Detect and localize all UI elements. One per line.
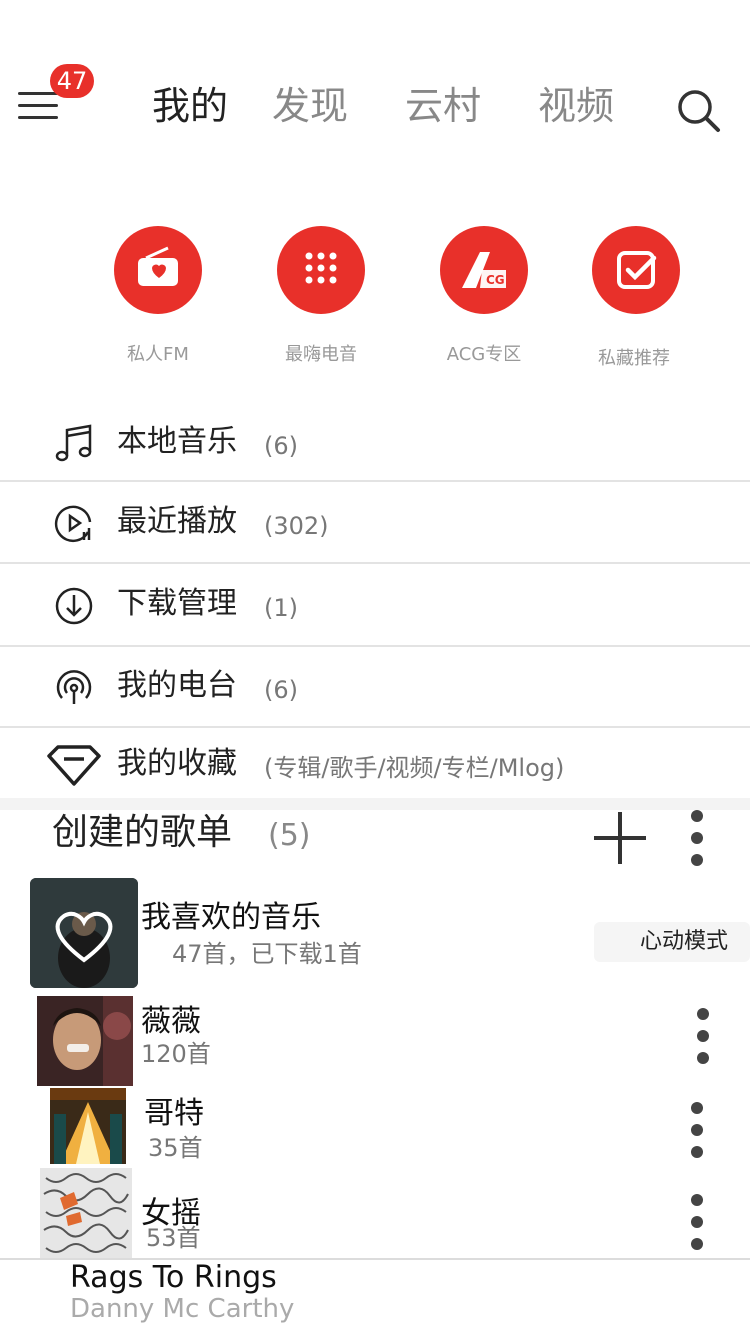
menu-local-music[interactable]: 本地音乐 (6)	[0, 402, 750, 482]
menu-recent-play[interactable]: 最近播放 (302)	[0, 482, 750, 562]
menu-count: (专辑/歌手/视频/专栏/Mlog)	[264, 754, 565, 782]
menu-title: 下载管理	[117, 586, 237, 621]
entry-private-recommend[interactable]: 私藏推荐	[554, 226, 714, 376]
playlist-cover[interactable]	[30, 878, 138, 988]
add-playlist-icon[interactable]	[592, 810, 648, 866]
more-icon[interactable]	[687, 1194, 707, 1254]
entry-edm[interactable]: 最嗨电音	[241, 226, 401, 376]
entry-private-fm[interactable]: 私人FM	[78, 226, 238, 376]
tab-discover[interactable]: 发现	[272, 80, 348, 132]
more-icon[interactable]	[687, 1102, 707, 1162]
playlist-subtitle: 47首，已下载1首	[172, 940, 362, 968]
menu-title: 我的收藏	[117, 746, 237, 781]
entry-label: 私人FM	[127, 344, 189, 365]
playlist-name[interactable]: 薇薇	[141, 1002, 201, 1042]
playlist-cover[interactable]	[40, 1168, 132, 1258]
now-playing-artist: Danny Mc Carthy	[70, 1294, 295, 1324]
entry-label: 最嗨电音	[285, 344, 357, 365]
check-box-icon	[592, 226, 680, 314]
podcast-icon	[52, 666, 96, 710]
notification-badge: 47	[50, 64, 94, 98]
playlist-name[interactable]: 哥特	[144, 1094, 204, 1134]
more-icon[interactable]	[687, 810, 707, 870]
section-count: (5)	[268, 818, 311, 853]
tab-mine[interactable]: 我的	[152, 80, 228, 132]
menu-title: 本地音乐	[117, 424, 237, 459]
menu-my-collection[interactable]: 我的收藏 (专辑/歌手/视频/专栏/Mlog)	[0, 724, 750, 804]
menu-count: (6)	[264, 676, 298, 704]
more-icon[interactable]	[693, 1008, 713, 1068]
menu-my-radio[interactable]: 我的电台 (6)	[0, 646, 750, 726]
search-icon[interactable]	[676, 88, 722, 134]
recent-play-icon	[52, 502, 96, 546]
menu-icon[interactable]	[18, 88, 58, 124]
menu-count: (1)	[264, 594, 298, 622]
menu-title: 最近播放	[117, 504, 237, 539]
tab-cloud-village[interactable]: 云村	[405, 80, 481, 132]
menu-count: (6)	[264, 432, 298, 460]
heart-mode-button[interactable]: 心动模式	[594, 922, 750, 962]
playlist-subtitle: 35首	[148, 1134, 203, 1162]
playlist-subtitle: 53首	[146, 1224, 201, 1252]
playlist-name[interactable]: 我喜欢的音乐	[141, 898, 321, 938]
menu-title: 我的电台	[117, 668, 237, 703]
dots-grid-icon	[277, 226, 365, 314]
playlist-cover[interactable]	[37, 996, 133, 1086]
top-bar: 47 我的 发现 云村 视频	[0, 0, 750, 160]
tab-video[interactable]: 视频	[538, 80, 614, 132]
entry-acg[interactable]: CG ACG专区	[404, 226, 564, 376]
entry-label: ACG专区	[446, 344, 522, 365]
menu-count: (302)	[264, 512, 329, 540]
diamond-icon	[46, 744, 102, 788]
radio-icon	[114, 226, 202, 314]
entry-label: 私藏推荐	[598, 348, 670, 369]
section-title: 创建的歌单	[52, 812, 233, 853]
svg-text:CG: CG	[486, 273, 505, 287]
playlist-cover[interactable]	[50, 1088, 126, 1164]
acg-icon: CG	[440, 226, 528, 314]
menu-download-manager[interactable]: 下载管理 (1)	[0, 564, 750, 644]
playlist-subtitle: 120首	[141, 1040, 211, 1068]
download-icon	[52, 584, 96, 628]
music-note-icon	[52, 422, 96, 466]
